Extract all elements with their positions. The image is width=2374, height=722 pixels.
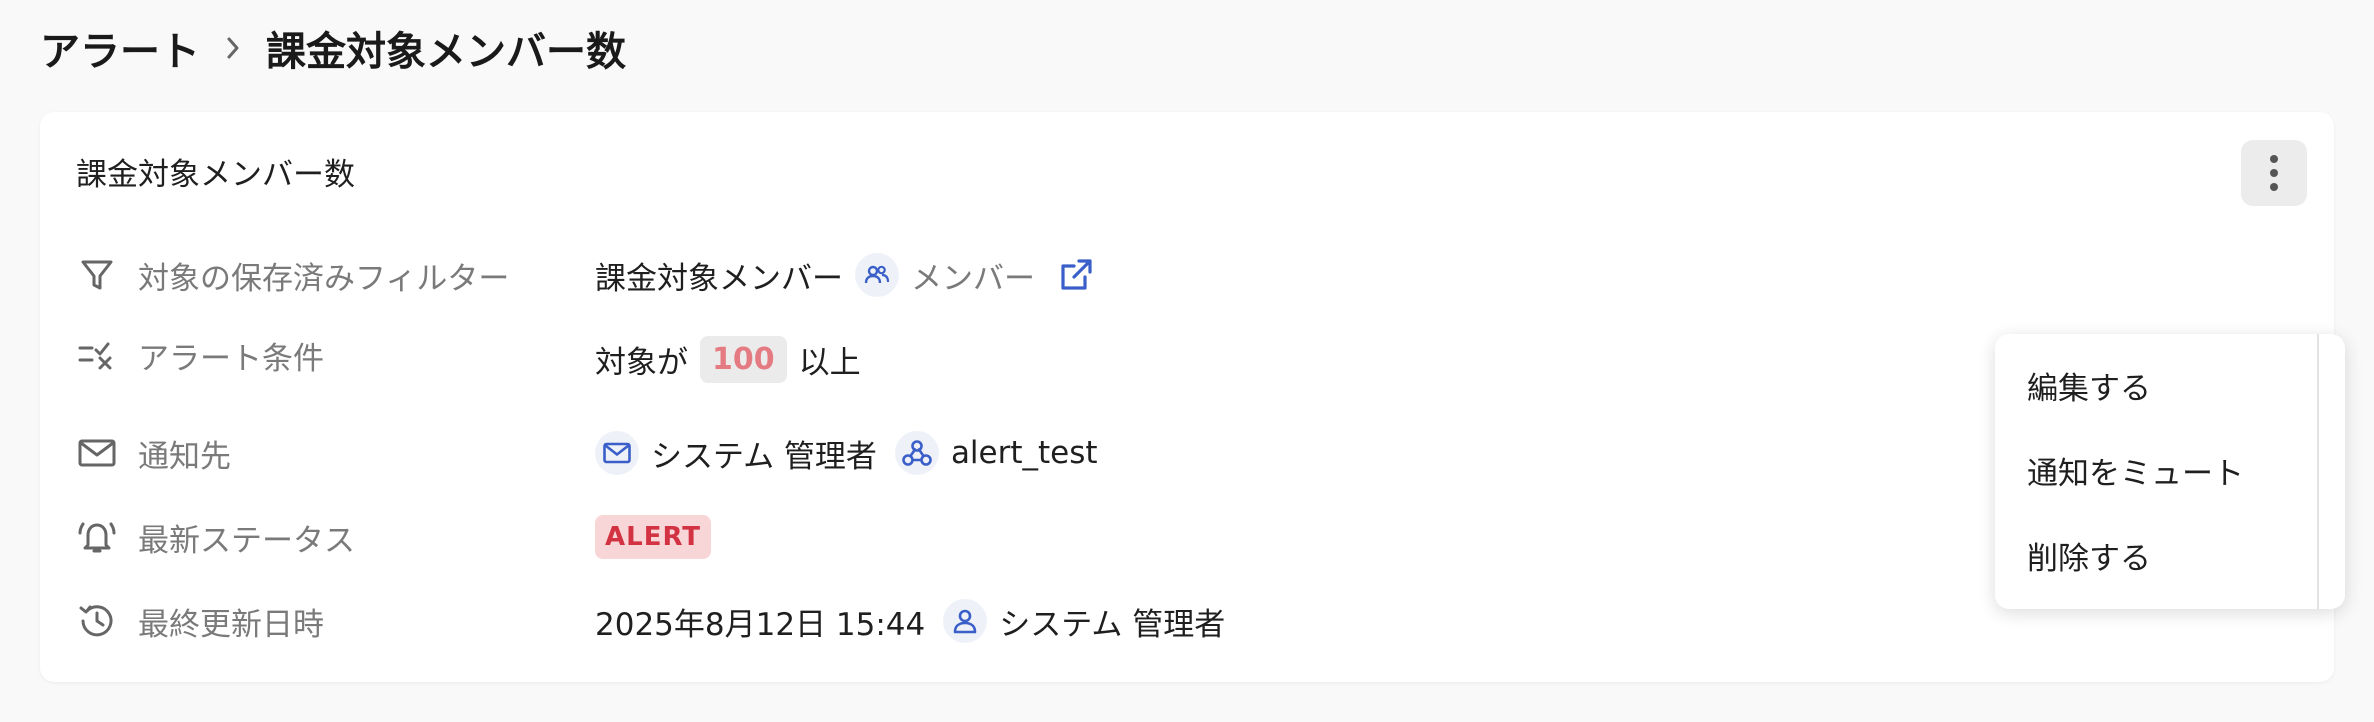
filter-row: 対象の保存済みフィルター 課金対象メンバー メンバー: [40, 245, 1940, 305]
external-link-icon[interactable]: [1057, 256, 1095, 294]
more-options-button[interactable]: [2241, 140, 2307, 206]
updated-label: 最終更新日時: [138, 606, 324, 643]
filter-icon: [76, 254, 118, 296]
status-row: 最新ステータス ALERT: [40, 507, 1940, 567]
notify-row: 通知先 システム 管理者 alert_test: [40, 423, 1940, 483]
status-badge: ALERT: [595, 515, 712, 559]
chevron-right-icon: [222, 35, 244, 61]
webhook-icon: [894, 431, 939, 475]
notify-label: 通知先: [138, 438, 231, 475]
email-icon: [595, 431, 639, 475]
condition-suffix: 以上: [798, 344, 861, 381]
updated-row: 最終更新日時 2025年8月12日 15:44 システム 管理者: [40, 591, 1940, 651]
alert-detail-card: 課金対象メンバー数 対象の保存済みフィルター 課金対象メンバー メンバー アラー…: [40, 112, 2345, 682]
filter-name: 課金対象メンバー: [595, 260, 843, 297]
filter-label: 対象の保存済みフィルター: [138, 260, 510, 297]
menu-scrollbar: [2317, 334, 2319, 609]
status-label: 最新ステータス: [138, 522, 355, 559]
updated-datetime: 2025年8月12日 15:44: [595, 606, 926, 643]
email-target: システム 管理者: [651, 438, 877, 475]
condition-row: アラート条件 対象が 100 以上: [40, 329, 1940, 389]
more-vertical-icon: [2270, 155, 2278, 191]
page-title: 課金対象メンバー数: [266, 29, 626, 75]
menu-item-delete[interactable]: 削除する: [2027, 530, 2151, 580]
options-menu: 編集する 通知をミュート 削除する: [1995, 334, 2345, 609]
condition-label: アラート条件: [138, 340, 324, 377]
webhook-target: alert_test: [950, 435, 1098, 471]
condition-check-icon: [76, 334, 118, 376]
menu-item-edit[interactable]: 編集する: [2027, 360, 2151, 410]
menu-item-mute[interactable]: 通知をミュート: [2027, 445, 2244, 495]
threshold-badge: 100: [700, 335, 787, 383]
mail-icon: [76, 432, 118, 474]
user-icon: [943, 599, 988, 643]
bell-alert-icon: [76, 516, 118, 558]
condition-prefix: 対象が: [595, 344, 688, 381]
card-title: 課金対象メンバー数: [76, 157, 355, 193]
updated-user: システム 管理者: [999, 606, 1226, 643]
history-icon: [76, 600, 118, 642]
breadcrumb: アラート 課金対象メンバー数: [40, 18, 626, 78]
members-icon: [855, 253, 899, 297]
breadcrumb-alerts-link[interactable]: アラート: [40, 19, 200, 77]
filter-type: メンバー: [911, 260, 1035, 297]
